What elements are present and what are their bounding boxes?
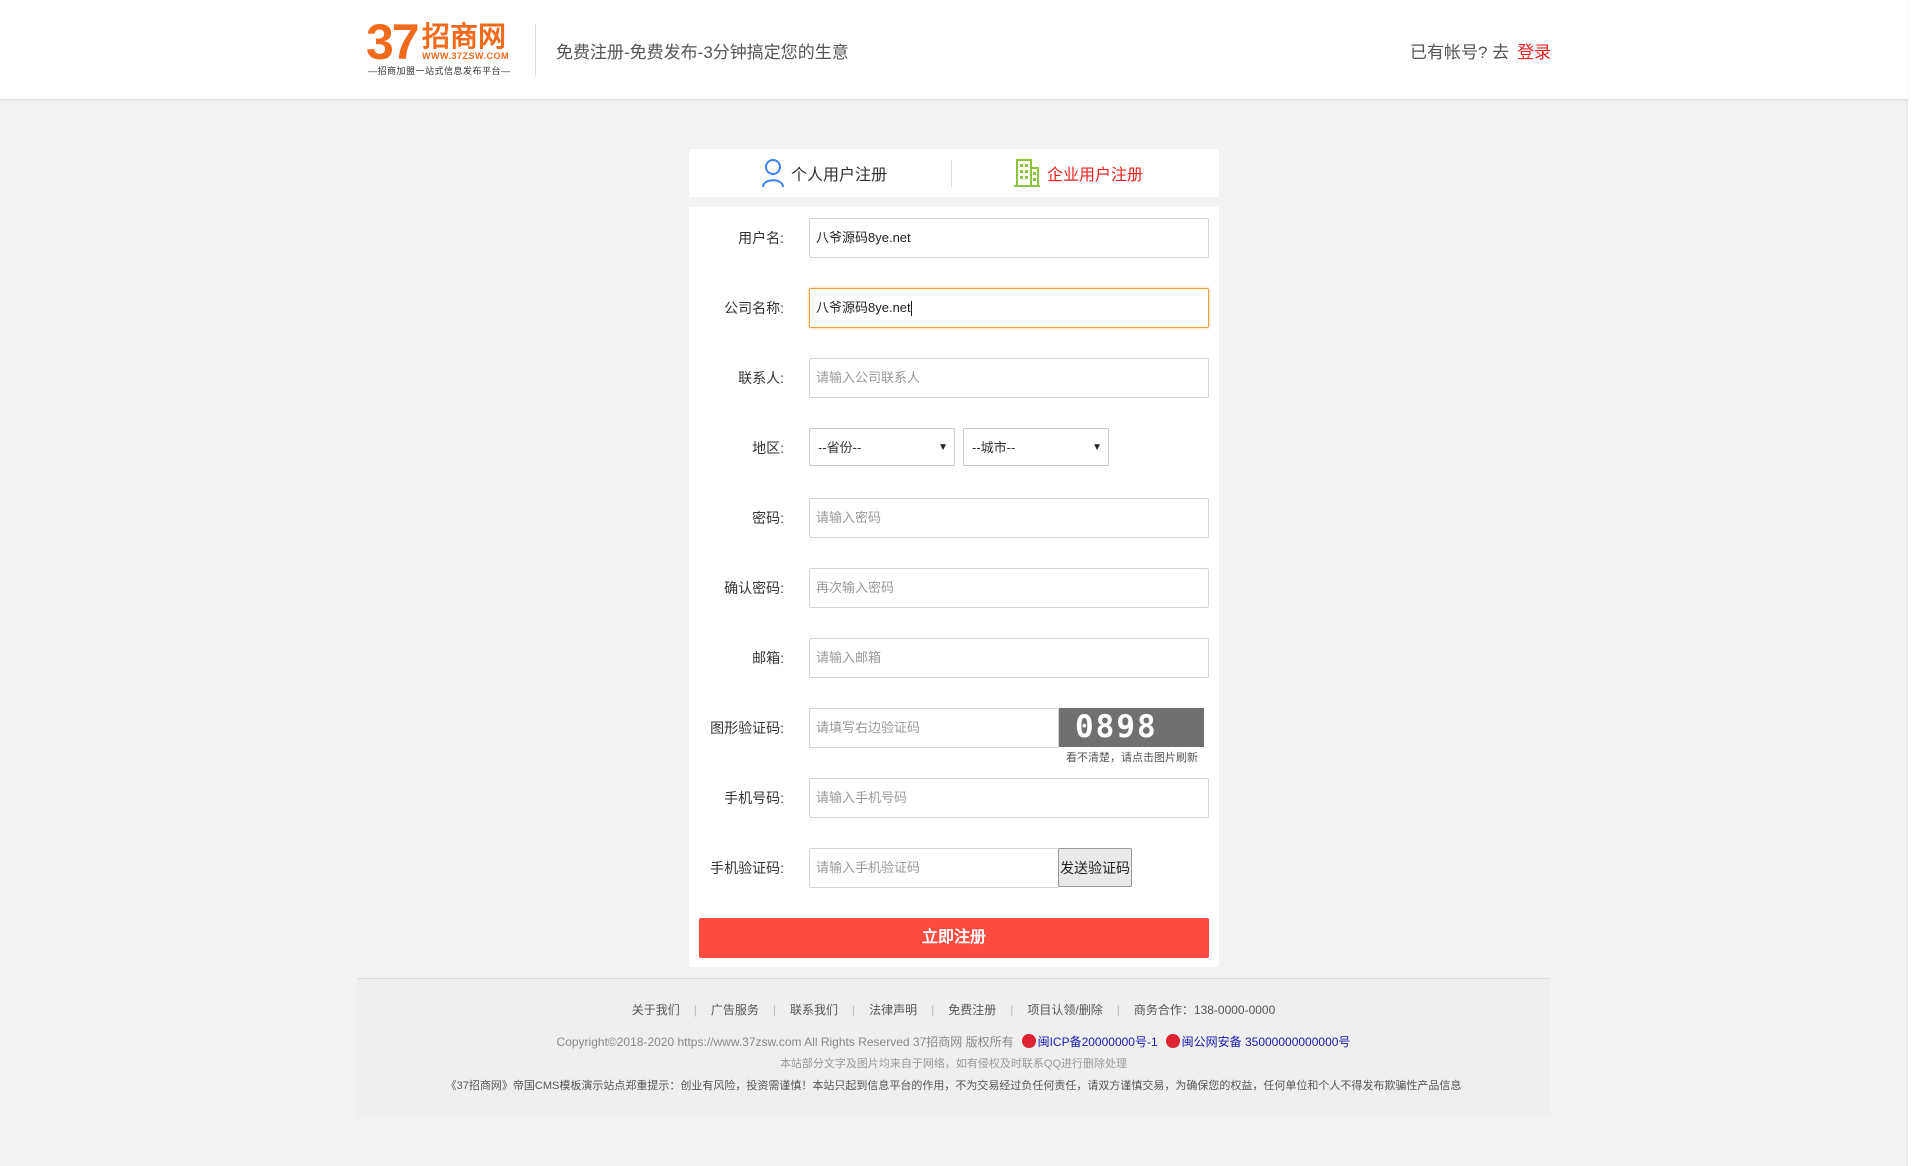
sms-code-row: 手机验证码: 请输入手机验证码 发送验证码 [689,848,1219,888]
email-label: 邮箱: [752,650,784,666]
captcha-label: 图形验证码: [710,720,784,736]
login-link[interactable]: 登录 [1517,43,1551,62]
footer-link-claim[interactable]: 项目认领/删除 [1027,1003,1102,1017]
username-row: 用户名: 八爷源码8ye.net [689,218,1219,258]
police-badge-icon [1165,1034,1180,1048]
region-label: 地区: [752,440,784,456]
logo-slogan: —招商加盟一站式信息发布平台— [368,66,511,76]
username-input[interactable]: 八爷源码8ye.net [809,218,1209,258]
password-label: 密码: [752,510,784,526]
site-footer: 关于我们 | 广告服务 | 联系我们 | 法律声明 | 免费注册 | 项目认领/删除 | 商务合作：13… [357,978,1550,1117]
site-header: 37 招商网 WWW.37ZSW.COM —招商加盟一站式信息发布平台— 免费注… [0,0,1908,100]
phone-input[interactable]: 请输入手机号码 [809,778,1209,818]
email-row: 邮箱: 请输入邮箱 [689,638,1219,678]
company-name-input[interactable]: 八爷源码8ye.net [809,288,1209,328]
footer-link-register[interactable]: 免费注册 [948,1003,996,1017]
phone-label: 手机号码: [724,790,784,806]
city-select-value: --城市-- [972,440,1016,455]
site-logo[interactable]: 37 招商网 WWW.37ZSW.COM —招商加盟一站式信息发布平台— [366,14,514,80]
company-name-value: 八爷源码8ye.net [816,300,911,315]
tab-personal-label: 个人用户注册 [791,167,888,184]
send-code-button[interactable]: 发送验证码 [1058,848,1132,887]
captcha-input[interactable]: 请填写右边验证码 [809,708,1059,748]
footer-notice-copyright: 本站部分文字及图片均来自于网络，如有侵权及时联系QQ进行删除处理 [779,1058,1128,1070]
dropdown-arrow-icon: ▼ [938,442,948,453]
page-scrollbar[interactable] [1907,0,1922,1166]
icp-badge-icon [1021,1034,1036,1048]
company-name-row: 公司名称: 八爷源码8ye.net [689,288,1219,328]
username-label: 用户名: [738,230,784,246]
building-icon [1014,159,1040,187]
tab-separator [951,160,952,187]
region-row: 地区: --省份-- ▼ --城市-- ▼ [689,428,1219,468]
footer-notice-risk: 《37招商网》帝国CMS模板演示站点郑重提示：创业有风险，投资需谨慎！本站只起到… [445,1080,1462,1092]
login-prompt: 已有帐号? 去 [1410,43,1510,62]
header-divider [535,24,536,76]
password-row: 密码: 请输入密码 [689,498,1219,538]
phone-row: 手机号码: 请输入手机号码 [689,778,1219,818]
footer-links: 关于我们 | 广告服务 | 联系我们 | 法律声明 | 免费注册 | 项目认领/删除 | 商务合作：13… [631,1003,1276,1017]
confirm-password-input[interactable]: 再次输入密码 [809,568,1209,608]
contact-row: 联系人: 请输入公司联系人 [689,358,1219,398]
sms-code-label: 手机验证码: [710,860,784,876]
login-area: 已有帐号? 去登录 [1410,38,1551,63]
tab-company-registration[interactable]: 企业用户注册 [1013,149,1143,197]
logo-number: 37 [366,14,420,70]
captcha-image[interactable]: 0898 [1059,708,1204,747]
captcha-row: 图形验证码: 请填写右边验证码 0898 看不清楚，请点击图片刷新 [689,708,1219,764]
city-select[interactable]: --城市-- ▼ [963,428,1109,466]
contact-label: 联系人: [738,370,784,386]
confirm-password-row: 确认密码: 再次输入密码 [689,568,1219,608]
logo-url: WWW.37ZSW.COM [422,51,509,61]
province-select-value: --省份-- [818,440,862,455]
captcha-refresh-hint[interactable]: 看不清楚，请点击图片刷新 [1059,749,1205,765]
register-submit-button[interactable]: 立即注册 [699,918,1209,958]
police-beian-link[interactable]: 闽公网安备 35000000000000号 [1182,1035,1351,1049]
company-name-label: 公司名称: [724,300,784,316]
sms-code-input[interactable]: 请输入手机验证码 [809,848,1059,888]
user-icon [762,159,784,188]
captcha-code: 0898 [1075,709,1158,745]
footer-link-legal[interactable]: 法律声明 [869,1003,917,1017]
confirm-password-label: 确认密码: [724,580,784,596]
footer-business: 商务合作：138-0000-0000 [1133,1003,1276,1017]
footer-link-about[interactable]: 关于我们 [632,1003,680,1017]
header-tagline: 免费注册-免费发布-3分钟搞定您的生意 [556,43,849,62]
footer-link-ads[interactable]: 广告服务 [711,1003,759,1017]
footer-link-contact[interactable]: 联系我们 [790,1003,838,1017]
dropdown-arrow-icon: ▼ [1092,442,1102,453]
text-caret [910,301,912,317]
tab-company-label: 企业用户注册 [1047,167,1144,184]
copyright-text: Copyright©2018-2020 https://www.37zsw.co… [556,1035,1014,1049]
registration-form: 用户名: 八爷源码8ye.net 公司名称: 八爷源码8ye.net 联系人: … [689,207,1219,967]
icp-link[interactable]: 闽ICP备20000000号-1 [1038,1035,1158,1049]
email-input[interactable]: 请输入邮箱 [809,638,1209,678]
password-input[interactable]: 请输入密码 [809,498,1209,538]
tab-personal-registration[interactable]: 个人用户注册 [761,149,887,197]
footer-copyright: Copyright©2018-2020 https://www.37zsw.co… [357,1033,1550,1050]
province-select[interactable]: --省份-- ▼ [809,428,955,466]
contact-input[interactable]: 请输入公司联系人 [809,358,1209,398]
logo-name: 招商网 [422,21,507,52]
registration-tabs: 个人用户注册 企业用户注册 [689,149,1219,197]
